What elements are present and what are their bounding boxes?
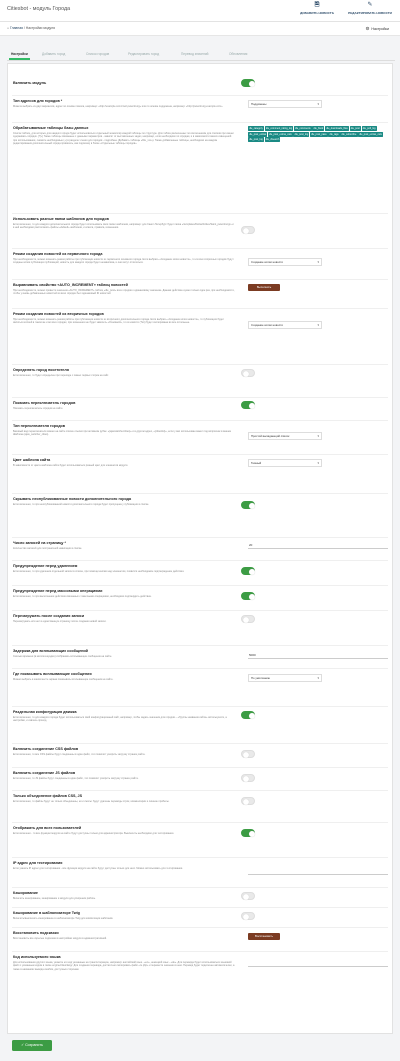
chevron-down-icon: ▾ xyxy=(317,676,319,680)
table-chip[interactable]: dle_comment_rating_log xyxy=(264,126,294,131)
twig-cache-toggle[interactable] xyxy=(241,912,255,920)
chevron-down-icon: ▾ xyxy=(317,434,319,438)
home-icon: ⌂ xyxy=(7,26,10,30)
breadcrumb-bar: ⌂ Главная / Настройки модуля ⚙ Настройки xyxy=(0,22,400,36)
enable-module-toggle[interactable] xyxy=(241,79,255,87)
template-folders-toggle[interactable] xyxy=(241,226,255,234)
secondary-news-mode-select[interactable]: Создание копии новости ▾ xyxy=(248,321,322,329)
theme-color-select[interactable]: Темный ▾ xyxy=(248,459,322,467)
tab-add-city[interactable]: Добавить город xyxy=(42,52,65,56)
table-chip[interactable]: dle_tags xyxy=(328,131,340,137)
address-type-select[interactable]: Поддомены ▾ xyxy=(248,100,322,108)
table-chip[interactable]: dle_downloads_files xyxy=(325,126,349,131)
restore-hints-button[interactable]: Восстановить xyxy=(248,933,280,940)
tab-bar: Настройки Добавить город Список городов … xyxy=(7,50,395,61)
table-chip[interactable]: dle_category xyxy=(248,126,265,131)
table-chip[interactable]: dle_subscribe xyxy=(340,131,358,137)
language-code-input[interactable] xyxy=(248,959,388,967)
chevron-down-icon: ▾ xyxy=(317,323,319,327)
confirm-delete-toggle[interactable] xyxy=(241,567,255,575)
tab-edit-city[interactable]: Редактировать город xyxy=(128,52,159,56)
save-icon: ✓ xyxy=(21,1043,25,1047)
table-chip[interactable]: dle_poll_log xyxy=(361,126,377,131)
run-auto-increment-button[interactable]: Выполнить xyxy=(248,284,280,291)
table-chip[interactable]: dle_comments xyxy=(293,126,312,131)
only-merge-toggle[interactable] xyxy=(241,797,255,805)
switcher-type-select[interactable]: Простой выпадающий список ▾ xyxy=(248,432,322,440)
table-chip[interactable]: dle_post_log xyxy=(248,137,264,143)
show-switcher-toggle[interactable] xyxy=(241,401,255,409)
chevron-down-icon: ▾ xyxy=(317,461,319,465)
edit-icon: ✎ xyxy=(367,2,373,8)
caching-toggle[interactable] xyxy=(241,892,255,900)
merge-js-toggle[interactable] xyxy=(241,774,255,782)
breadcrumb-home[interactable]: Главная xyxy=(10,26,23,30)
tab-settings[interactable]: Настройки xyxy=(9,52,30,60)
table-chip[interactable]: dle_post xyxy=(349,126,361,131)
show-all-users-toggle[interactable] xyxy=(241,829,255,837)
db-tables-chips[interactable]: dle_category dle_comment_rating_log dle_co… xyxy=(248,126,390,143)
primary-news-mode-select[interactable]: Создание копии новости ▾ xyxy=(248,258,322,266)
detect-city-toggle[interactable] xyxy=(241,369,255,377)
test-ip-input[interactable] xyxy=(248,867,388,875)
table-chip[interactable]: dle_post_extras xyxy=(248,131,268,137)
table-chip[interactable]: dle_post_pass xyxy=(309,131,328,137)
tab-translations[interactable]: Перевод значений xyxy=(181,52,208,56)
table-chip[interactable]: dle_post_extras_cats xyxy=(358,131,384,137)
chevron-down-icon: ▾ xyxy=(317,102,319,106)
settings-link[interactable]: ⚙ Настройки xyxy=(365,26,389,32)
per-page-input[interactable]: 20 xyxy=(248,541,388,549)
popup-position-select[interactable]: По умолчанию ▾ xyxy=(248,674,322,682)
separate-config-toggle[interactable] xyxy=(241,711,255,719)
reload-after-create-toggle[interactable] xyxy=(241,615,255,623)
hide-unpublished-toggle[interactable] xyxy=(241,501,255,509)
breadcrumb-current: Настройки модуля xyxy=(25,26,55,30)
merge-css-toggle[interactable] xyxy=(241,750,255,758)
table-chip[interactable]: dle_xfsearch xyxy=(264,137,281,143)
table-chip[interactable]: dle_post_log xyxy=(293,131,310,137)
top-bar: Citiesbot - модуль Города 🗎 ДОБАВИТЬ НОВ… xyxy=(0,0,400,22)
tab-city-list[interactable]: Список городов xyxy=(86,52,109,56)
table-chip[interactable]: dle_post_extras_cats xyxy=(267,131,293,137)
confirm-mass-toggle[interactable] xyxy=(241,592,255,600)
tab-updates[interactable]: Обновления xyxy=(229,52,247,56)
save-button[interactable]: ✓ Сохранить xyxy=(12,1040,52,1051)
settings-panel: Включить модуль Тип адресов для городов … xyxy=(7,63,393,1034)
popup-delay-input[interactable]: 5000 xyxy=(248,651,388,659)
add-news-button[interactable]: 🗎 ДОБАВИТЬ НОВОСТЬ xyxy=(294,2,340,20)
table-chip[interactable]: dle_flood xyxy=(312,126,325,131)
add-file-icon: 🗎 xyxy=(314,2,320,8)
edit-news-button[interactable]: ✎ РЕДАКТИРОВАТЬ НОВОСТИ xyxy=(344,2,396,20)
app-title: Citiesbot - модуль Города xyxy=(7,6,71,12)
chevron-down-icon: ▾ xyxy=(317,260,319,264)
gear-icon: ⚙ xyxy=(365,26,370,31)
breadcrumb: ⌂ Главная / Настройки модуля xyxy=(7,26,55,30)
